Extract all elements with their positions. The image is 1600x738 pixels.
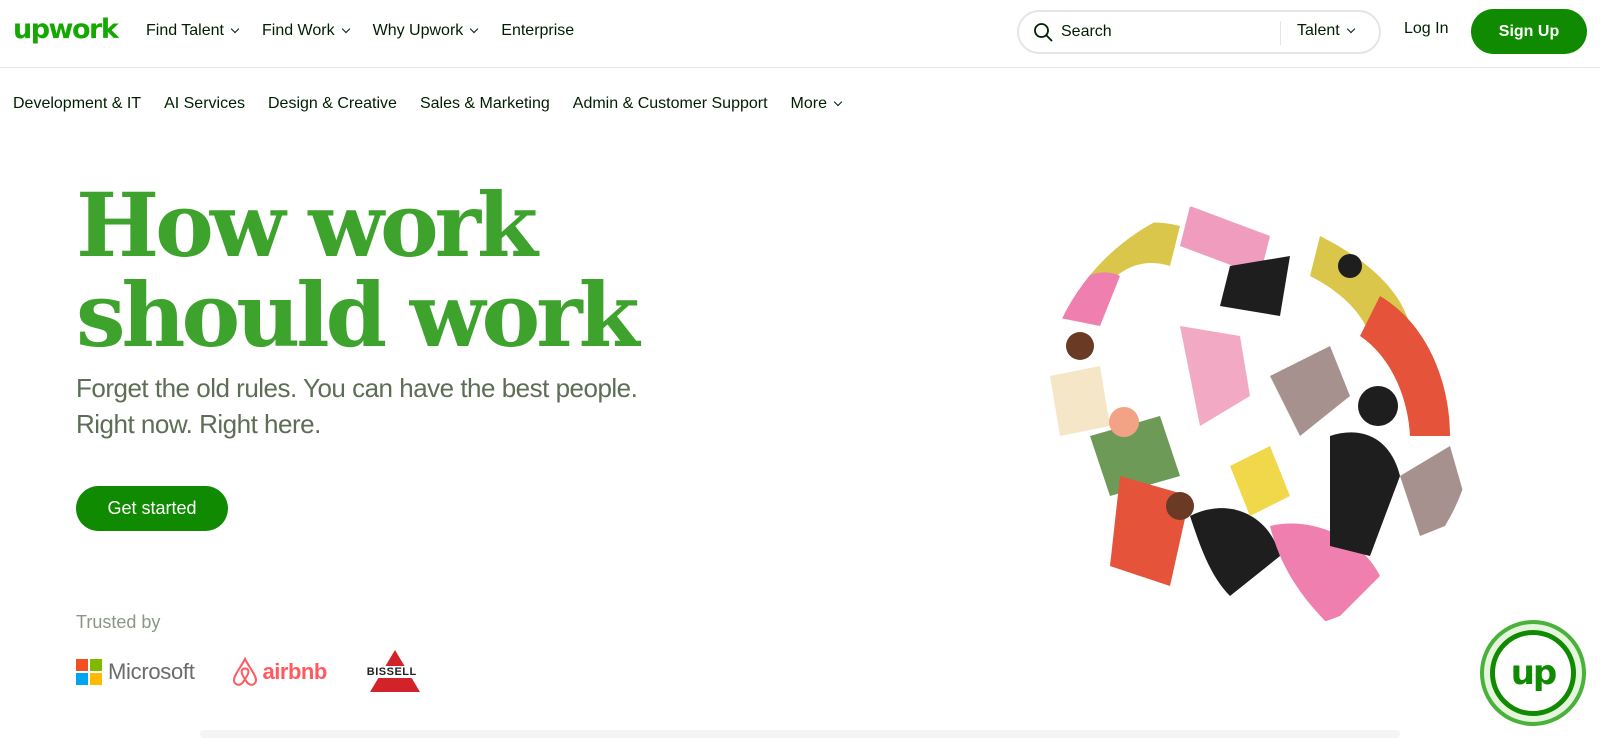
nav-enterprise[interactable]: Enterprise — [501, 20, 574, 42]
category-more-label: More — [790, 95, 827, 112]
category-sales-marketing[interactable]: Sales & Marketing — [420, 93, 550, 115]
microsoft-wordmark: Microsoft — [108, 659, 195, 684]
hero-title-line-2: should work — [76, 263, 640, 367]
login-link[interactable]: Log In — [1404, 20, 1448, 38]
airbnb-wordmark: airbnb — [262, 659, 328, 684]
upwork-logo[interactable]: upwork — [13, 14, 119, 46]
hero-subtitle-line-1: Forget the old rules. You can have the b… — [76, 373, 638, 403]
hero-illustration — [1040, 196, 1476, 632]
nav-find-talent[interactable]: Find Talent — [146, 20, 240, 42]
trusted-by-label: Trusted by — [76, 612, 161, 632]
search-bar: Talent — [1017, 10, 1381, 54]
hero-title-line-1: How work — [76, 173, 538, 277]
hero-title: How work should work — [76, 180, 776, 360]
nav-find-work[interactable]: Find Work — [261, 20, 350, 42]
category-nav: Development & IT AI Services Design & Cr… — [13, 93, 864, 115]
airbnb-logo: airbnb — [231, 657, 327, 687]
nav-find-work-label: Find Work — [261, 22, 335, 39]
get-started-button[interactable]: Get started — [76, 486, 228, 531]
nav-enterprise-label: Enterprise — [501, 22, 575, 39]
signup-button[interactable]: Sign Up — [1471, 9, 1587, 54]
nav-why-upwork[interactable]: Why Upwork — [372, 20, 479, 42]
category-design-creative[interactable]: Design & Creative — [268, 93, 397, 115]
search-divider — [1280, 21, 1281, 45]
chevron-down-icon — [230, 24, 240, 34]
hero-subtitle: Forget the old rules. You can have the b… — [76, 370, 676, 442]
nav-why-upwork-label: Why Upwork — [372, 22, 464, 39]
search-input[interactable] — [1061, 21, 1271, 43]
main-nav: Find Talent Find Work Why Upwork Enterpr… — [146, 20, 598, 42]
upwork-badge-logo: up — [1490, 630, 1576, 716]
chevron-down-icon — [833, 97, 843, 107]
category-admin-support[interactable]: Admin & Customer Support — [573, 93, 768, 115]
bissell-logo: BISSELL — [363, 650, 427, 694]
category-more[interactable]: More — [790, 93, 843, 115]
top-header: upwork Find Talent Find Work Why Upwork … — [0, 0, 1600, 68]
microsoft-grid-icon — [76, 659, 102, 685]
microsoft-logo: Microsoft — [76, 659, 195, 685]
category-ai-services[interactable]: AI Services — [164, 93, 245, 115]
nav-find-talent-label: Find Talent — [146, 22, 224, 39]
search-icon[interactable] — [1033, 22, 1053, 42]
category-development-it[interactable]: Development & IT — [13, 93, 141, 115]
airbnb-belo-icon — [232, 657, 257, 686]
search-scope-dropdown[interactable]: Talent — [1297, 22, 1355, 40]
hero-subtitle-line-2: Right now. Right here. — [76, 409, 321, 439]
bissell-wordmark: BISSELL — [364, 666, 419, 678]
upwork-chat-badge[interactable]: up — [1480, 620, 1586, 726]
bottom-shadow — [200, 730, 1400, 738]
chevron-down-icon — [470, 24, 479, 34]
search-scope-label: Talent — [1297, 22, 1340, 39]
chevron-down-icon — [1346, 24, 1355, 34]
chevron-down-icon — [341, 24, 350, 34]
trusted-logos: Microsoft airbnb BISSELL — [76, 650, 463, 694]
